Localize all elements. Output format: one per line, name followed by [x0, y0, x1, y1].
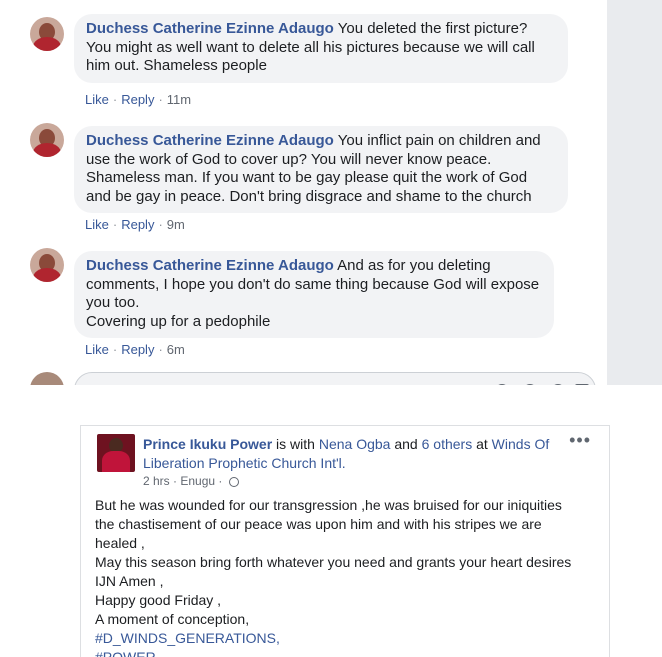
avatar	[30, 372, 64, 385]
post-author[interactable]: Prince Ikuku Power	[143, 436, 272, 452]
post-line: healed ,	[95, 535, 145, 551]
comment-bubble: Duchess Catherine Ezinne Adaugo You infl…	[74, 126, 568, 213]
reply-link[interactable]: Reply	[121, 342, 154, 357]
post-header-text: is with	[272, 436, 319, 452]
post-line: But he was wounded for our transgression…	[95, 497, 562, 513]
comment-bubble: Duchess Catherine Ezinne Adaugo And as f…	[74, 251, 554, 338]
globe-icon[interactable]	[228, 477, 239, 487]
post-card: Prince Ikuku Power is with Nena Ogba and…	[80, 425, 610, 657]
comment-time[interactable]: 6m	[167, 342, 185, 357]
tagged-others[interactable]: 6 others	[422, 436, 473, 452]
right-sidebar-strip	[607, 0, 662, 385]
comment-time[interactable]: 9m	[167, 217, 185, 232]
avatar[interactable]	[30, 17, 64, 51]
post-author-avatar[interactable]	[97, 434, 135, 472]
comment-bubble: Duchess Catherine Ezinne Adaugo You dele…	[74, 14, 568, 83]
post-meta: 2 hrs · Enugu ·	[143, 474, 239, 488]
like-link[interactable]: Like	[85, 342, 109, 357]
post-header-text: at	[472, 436, 492, 452]
post-body: But he was wounded for our transgression…	[95, 496, 600, 657]
avatar[interactable]	[30, 123, 64, 157]
comment-author[interactable]: Duchess Catherine Ezinne Adaugo	[86, 257, 334, 274]
write-comment-row	[30, 370, 600, 385]
reply-link[interactable]: Reply	[121, 217, 154, 232]
comment-actions: Like · Reply · 9m	[85, 217, 185, 232]
comment-actions: Like · Reply · 6m	[85, 342, 185, 357]
post-header: Prince Ikuku Power is with Nena Ogba and…	[143, 435, 563, 473]
comment-author[interactable]: Duchess Catherine Ezinne Adaugo	[86, 132, 334, 149]
post-time[interactable]: 2 hrs	[143, 474, 170, 488]
like-link[interactable]: Like	[85, 217, 109, 232]
comment-author[interactable]: Duchess Catherine Ezinne Adaugo	[86, 20, 334, 37]
comment-text-line-2: Covering up for a pedophile	[86, 312, 271, 330]
post-header-text: and	[390, 436, 422, 452]
avatar[interactable]	[30, 248, 64, 282]
post-line: Happy good Friday ,	[95, 592, 222, 608]
screenshot-divider	[0, 385, 662, 425]
post-line: IJN Amen ,	[95, 573, 164, 589]
comments-panel: Duchess Catherine Ezinne Adaugo You dele…	[0, 0, 662, 385]
comment-input[interactable]	[74, 372, 596, 385]
reply-link[interactable]: Reply	[121, 92, 154, 107]
comment-actions: Like · Reply · 11m	[85, 92, 192, 107]
post-options-button[interactable]: •••	[569, 430, 591, 451]
post-line: A moment of conception,	[95, 611, 250, 627]
tagged-person[interactable]: Nena Ogba	[319, 436, 391, 452]
post-line: the chastisement of our peace was upon h…	[95, 516, 542, 532]
post-location[interactable]: Enugu	[180, 474, 215, 488]
post-line: May this season bring forth whatever you…	[95, 554, 572, 570]
hashtag-link[interactable]: #D_WINDS_GENERATIONS,	[95, 629, 600, 648]
comment-time[interactable]: 11m	[167, 92, 191, 107]
like-link[interactable]: Like	[85, 92, 109, 107]
